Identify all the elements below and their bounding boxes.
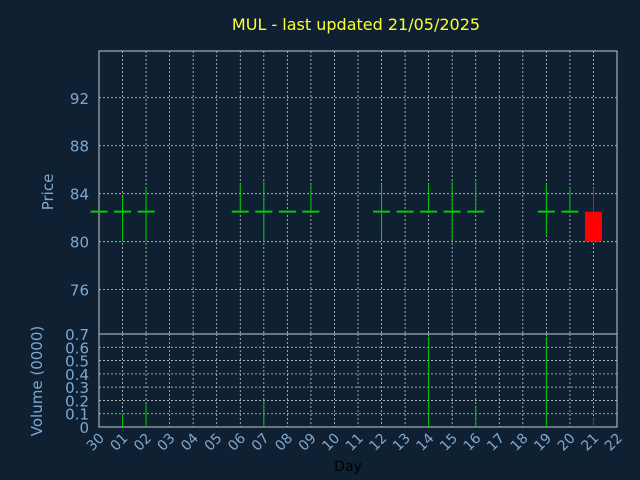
price-tick-label: 88 — [70, 138, 89, 156]
price-tick-label: 76 — [70, 282, 89, 300]
volume-tick-label: 0.7 — [65, 326, 89, 344]
volume-axis-label: Volume (0000) — [28, 326, 46, 436]
price-tick-label: 80 — [70, 234, 89, 252]
chart-background — [0, 0, 640, 480]
price-axis-label: Price — [39, 174, 57, 211]
x-axis-label: Day — [334, 459, 362, 475]
stock-chart: MUL - last updated 21/05/2025 76 80 84 88 92… — [0, 0, 640, 480]
price-tick-label: 92 — [70, 90, 89, 108]
price-tick-label: 84 — [70, 186, 89, 204]
candle-body — [584, 211, 602, 242]
chart-title: MUL - last updated 21/05/2025 — [232, 15, 480, 34]
x-tick-labels: 30 01 02 03 04 05 06 07 08 09 10 11 12 13 14 15 16 17 18 19… — [84, 430, 626, 454]
